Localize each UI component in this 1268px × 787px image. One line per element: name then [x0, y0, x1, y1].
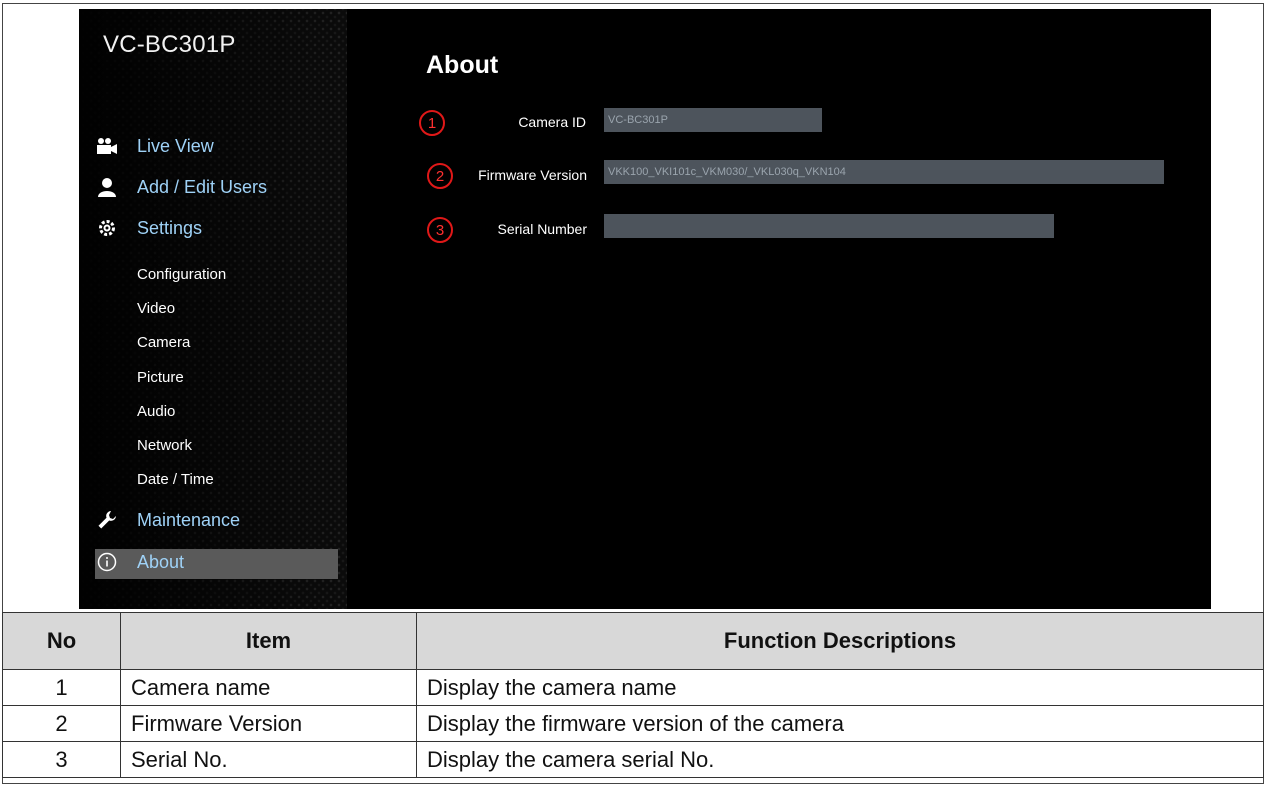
callout-marker: 3 [427, 217, 453, 243]
model-name: VC-BC301P [103, 31, 236, 58]
cell-no: 2 [2, 705, 121, 742]
gear-icon [95, 216, 119, 240]
table-row: 2 Firmware Version Display the firmware … [2, 705, 1264, 742]
wrench-icon [95, 508, 119, 532]
cell-no: 3 [2, 741, 121, 778]
callout-marker: 1 [419, 110, 445, 136]
sidebar-subitem-network[interactable]: Network [137, 437, 192, 454]
camera-id-label: Camera ID [518, 114, 586, 130]
header-function-descriptions: Function Descriptions [416, 612, 1264, 670]
table-header-row: No Item Function Descriptions [2, 612, 1264, 670]
header-no: No [2, 612, 121, 670]
sidebar-item-live-view[interactable]: Live View [95, 133, 214, 159]
sidebar-item-about[interactable]: About [95, 549, 184, 575]
sidebar-item-settings[interactable]: Settings [95, 215, 202, 241]
sidebar-item-label: Live View [137, 135, 214, 156]
sidebar-item-maintenance[interactable]: Maintenance [95, 507, 240, 533]
sidebar-item-label: About [137, 551, 185, 572]
sidebar-item-label: Add / Edit Users [137, 176, 268, 197]
sidebar-item-users[interactable]: Add / Edit Users [95, 174, 267, 200]
sidebar-subitem-picture[interactable]: Picture [137, 369, 184, 386]
table-row: 1 Camera name Display the camera name [2, 669, 1264, 706]
page-title: About [426, 51, 499, 79]
sidebar-subitem-video[interactable]: Video [137, 300, 175, 317]
cell-item: Camera name [120, 669, 417, 706]
camera-icon [95, 134, 119, 158]
sidebar-subitem-configuration[interactable]: Configuration [137, 266, 226, 283]
info-icon [95, 550, 119, 574]
camera-id-field: VC-BC301P [604, 108, 822, 132]
sidebar-item-label: Maintenance [137, 509, 241, 530]
header-item: Item [120, 612, 417, 670]
sidebar: VC-BC301P Live View Add / Edit Users Set… [79, 9, 347, 609]
serial-number-field [604, 214, 1054, 238]
cell-item: Serial No. [120, 741, 417, 778]
function-description-table: No Item Function Descriptions 1 Camera n… [2, 612, 1264, 778]
cell-no: 1 [2, 669, 121, 706]
firmware-version-field: VKK100_VKI101c_VKM030/_VKL030q_VKN104 [604, 160, 1164, 184]
cell-description: Display the camera serial No. [416, 741, 1264, 778]
cell-description: Display the firmware version of the came… [416, 705, 1264, 742]
serial-number-label: Serial Number [497, 221, 587, 237]
cell-item: Firmware Version [120, 705, 417, 742]
user-icon [95, 175, 119, 199]
cell-description: Display the camera name [416, 669, 1264, 706]
sidebar-subitem-audio[interactable]: Audio [137, 403, 175, 420]
table-row: 3 Serial No. Display the camera serial N… [2, 741, 1264, 778]
web-ui-screenshot: VC-BC301P Live View Add / Edit Users Set… [79, 9, 1211, 609]
sidebar-item-label: Settings [137, 217, 203, 238]
sidebar-subitem-date-time[interactable]: Date / Time [137, 471, 214, 488]
callout-marker: 2 [427, 163, 453, 189]
sidebar-subitem-camera[interactable]: Camera [137, 334, 190, 351]
firmware-version-label: Firmware Version [478, 167, 587, 183]
